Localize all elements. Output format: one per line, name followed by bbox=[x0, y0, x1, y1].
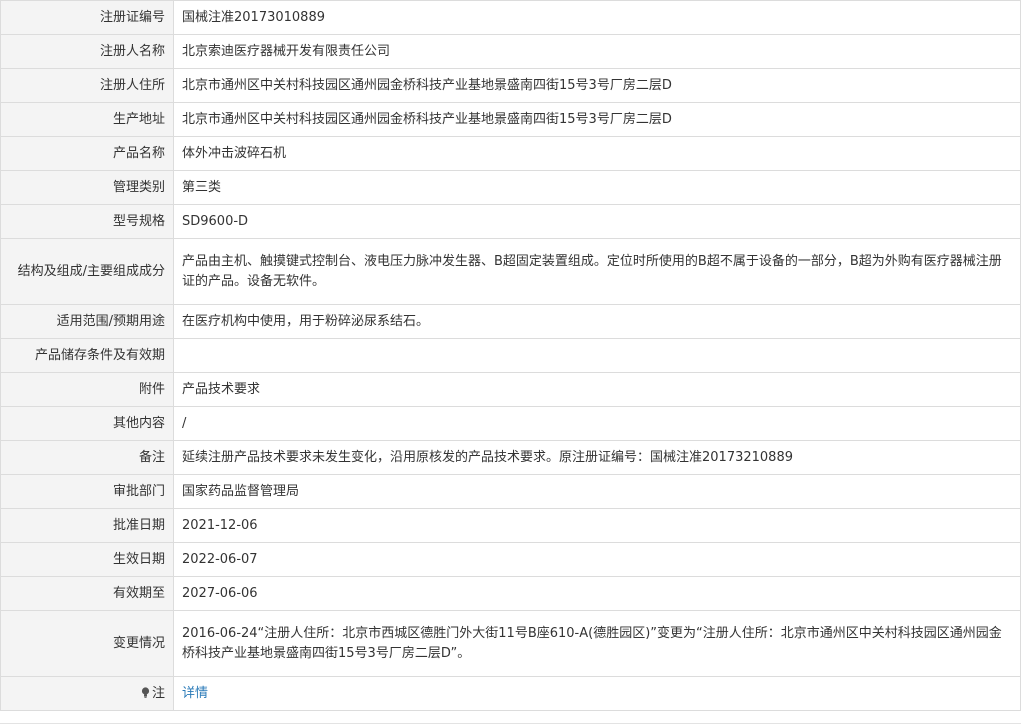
row-valid-until: 有效期至 2027-06-06 bbox=[0, 576, 1021, 611]
lightbulb-icon bbox=[141, 686, 150, 698]
value-registration-number: 国械注准20173010889 bbox=[173, 0, 1021, 35]
row-approval-department: 审批部门 国家药品监督管理局 bbox=[0, 474, 1021, 509]
value-other-content: / bbox=[173, 406, 1021, 441]
row-registrant-address: 注册人住所 北京市通州区中关村科技园区通州园金桥科技产业基地景盛南四街15号3号… bbox=[0, 68, 1021, 103]
row-registration-number: 注册证编号 国械注准20173010889 bbox=[0, 0, 1021, 35]
value-intended-use: 在医疗机构中使用，用于粉碎泌尿系结石。 bbox=[173, 304, 1021, 339]
row-remarks: 备注 延续注册产品技术要求未发生变化，沿用原核发的产品技术要求。原注册证编号：国… bbox=[0, 440, 1021, 475]
value-registrant-address: 北京市通州区中关村科技园区通州园金桥科技产业基地景盛南四街15号3号厂房二层D bbox=[173, 68, 1021, 103]
label-approval-department: 审批部门 bbox=[0, 474, 174, 509]
row-intended-use: 适用范围/预期用途 在医疗机构中使用，用于粉碎泌尿系结石。 bbox=[0, 304, 1021, 339]
value-management-category: 第三类 bbox=[173, 170, 1021, 205]
label-effective-date: 生效日期 bbox=[0, 542, 174, 577]
row-structure-composition: 结构及组成/主要组成成分 产品由主机、触摸键式控制台、液电压力脉冲发生器、B超固… bbox=[0, 238, 1021, 305]
value-valid-until: 2027-06-06 bbox=[173, 576, 1021, 611]
value-production-address: 北京市通州区中关村科技园区通州园金桥科技产业基地景盛南四街15号3号厂房二层D bbox=[173, 102, 1021, 137]
label-model-spec: 型号规格 bbox=[0, 204, 174, 239]
row-registrant-name: 注册人名称 北京索迪医疗器械开发有限责任公司 bbox=[0, 34, 1021, 69]
value-attachment: 产品技术要求 bbox=[173, 372, 1021, 407]
label-other-content: 其他内容 bbox=[0, 406, 174, 441]
label-registrant-address: 注册人住所 bbox=[0, 68, 174, 103]
label-structure-composition: 结构及组成/主要组成成分 bbox=[0, 238, 174, 305]
label-remarks: 备注 bbox=[0, 440, 174, 475]
label-storage-validity: 产品储存条件及有效期 bbox=[0, 338, 174, 373]
value-change-history: 2016-06-24“注册人住所：北京市西城区德胜门外大街11号B座610-A(… bbox=[173, 610, 1021, 677]
row-product-name: 产品名称 体外冲击波碎石机 bbox=[0, 136, 1021, 171]
row-change-history: 变更情况 2016-06-24“注册人住所：北京市西城区德胜门外大街11号B座6… bbox=[0, 610, 1021, 677]
label-production-address: 生产地址 bbox=[0, 102, 174, 137]
row-model-spec: 型号规格 SD9600-D bbox=[0, 204, 1021, 239]
registration-table: 注册证编号 国械注准20173010889 注册人名称 北京索迪医疗器械开发有限… bbox=[0, 0, 1021, 711]
details-link[interactable]: 详情 bbox=[182, 686, 208, 701]
label-registration-number: 注册证编号 bbox=[0, 0, 174, 35]
value-registrant-name: 北京索迪医疗器械开发有限责任公司 bbox=[173, 34, 1021, 69]
value-product-name: 体外冲击波碎石机 bbox=[173, 136, 1021, 171]
label-approval-date: 批准日期 bbox=[0, 508, 174, 543]
row-effective-date: 生效日期 2022-06-07 bbox=[0, 542, 1021, 577]
row-storage-validity: 产品储存条件及有效期 bbox=[0, 338, 1021, 373]
row-management-category: 管理类别 第三类 bbox=[0, 170, 1021, 205]
value-note: 详情 bbox=[173, 676, 1021, 711]
label-change-history: 变更情况 bbox=[0, 610, 174, 677]
label-intended-use: 适用范围/预期用途 bbox=[0, 304, 174, 339]
label-product-name: 产品名称 bbox=[0, 136, 174, 171]
value-structure-composition: 产品由主机、触摸键式控制台、液电压力脉冲发生器、B超固定装置组成。定位时所使用的… bbox=[173, 238, 1021, 305]
row-attachment: 附件 产品技术要求 bbox=[0, 372, 1021, 407]
value-remarks: 延续注册产品技术要求未发生变化，沿用原核发的产品技术要求。原注册证编号：国械注准… bbox=[173, 440, 1021, 475]
value-storage-validity bbox=[173, 338, 1021, 373]
note-label-text: 注 bbox=[151, 685, 165, 701]
row-approval-date: 批准日期 2021-12-06 bbox=[0, 508, 1021, 543]
label-note: 注 bbox=[0, 676, 174, 711]
label-registrant-name: 注册人名称 bbox=[0, 34, 174, 69]
value-model-spec: SD9600-D bbox=[173, 204, 1021, 239]
value-approval-date: 2021-12-06 bbox=[173, 508, 1021, 543]
row-note: 注 详情 bbox=[0, 676, 1021, 711]
value-effective-date: 2022-06-07 bbox=[173, 542, 1021, 577]
label-management-category: 管理类别 bbox=[0, 170, 174, 205]
row-production-address: 生产地址 北京市通州区中关村科技园区通州园金桥科技产业基地景盛南四街15号3号厂… bbox=[0, 102, 1021, 137]
label-attachment: 附件 bbox=[0, 372, 174, 407]
value-approval-department: 国家药品监督管理局 bbox=[173, 474, 1021, 509]
row-other-content: 其他内容 / bbox=[0, 406, 1021, 441]
label-valid-until: 有效期至 bbox=[0, 576, 174, 611]
